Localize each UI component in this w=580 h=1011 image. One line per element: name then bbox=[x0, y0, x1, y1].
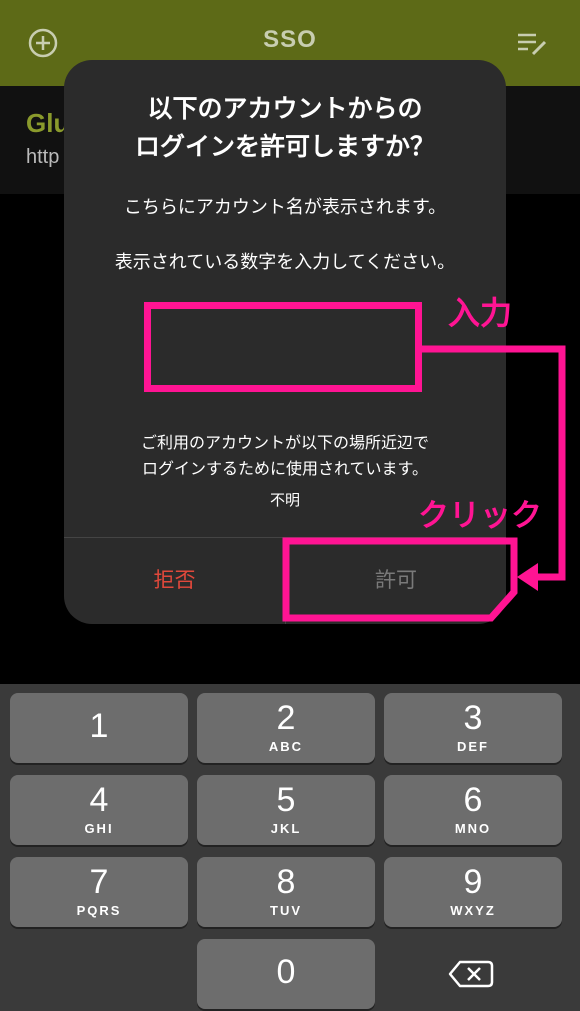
backspace-icon bbox=[448, 960, 494, 988]
backspace-key[interactable] bbox=[384, 946, 562, 1002]
input-annotation-label: 入力 bbox=[448, 294, 513, 332]
key-9-letters: WXYZ bbox=[450, 903, 496, 918]
key-3-letters: DEF bbox=[457, 739, 489, 754]
dialog-title: 以下のアカウントからの ログインを許可しますか？ bbox=[64, 90, 506, 166]
key-3-digit: 3 bbox=[463, 699, 483, 737]
key-7-letters: PQRS bbox=[76, 903, 122, 918]
key-3[interactable]: 3 DEF bbox=[384, 693, 562, 763]
code-prompt: 表示されている数字を入力してください。 bbox=[114, 252, 456, 273]
key-6-digit: 6 bbox=[463, 781, 483, 819]
key-7-digit: 7 bbox=[89, 863, 109, 901]
key-4[interactable]: 4 GHI bbox=[10, 775, 188, 845]
key-2-letters: ABC bbox=[268, 739, 304, 754]
key-5[interactable]: 5 JKL bbox=[197, 775, 375, 845]
dialog-title-line1: 以下のアカウントからの bbox=[147, 94, 423, 123]
key-4-digit: 4 bbox=[89, 781, 109, 819]
account-name: Glu bbox=[26, 108, 70, 138]
key-8-letters: TUV bbox=[270, 903, 302, 918]
account-name-text: こちらにアカウント名が表示されます。 bbox=[123, 197, 447, 218]
location-note: ご利用のアカウントが以下の場所近辺で ログインするために使用されています。 bbox=[64, 430, 506, 482]
app-title: SSO bbox=[263, 26, 317, 53]
key-2-digit: 2 bbox=[276, 699, 296, 737]
key-0[interactable]: 0 bbox=[197, 939, 375, 1009]
key-6[interactable]: 6 MNO bbox=[384, 775, 562, 845]
allow-button[interactable]: 許可 bbox=[286, 537, 506, 624]
key-7[interactable]: 7 PQRS bbox=[10, 857, 188, 927]
key-4-letters: GHI bbox=[84, 821, 114, 836]
key-6-letters: MNO bbox=[454, 821, 492, 836]
key-1[interactable]: 1 bbox=[10, 693, 188, 763]
key-1-digit: 1 bbox=[89, 707, 109, 745]
key-0-digit: 0 bbox=[276, 953, 296, 991]
list-edit-icon[interactable] bbox=[516, 30, 548, 58]
dialog-title-line2: ログインを許可しますか？ bbox=[134, 132, 435, 161]
location-note-line1: ご利用のアカウントが以下の場所近辺で bbox=[140, 433, 429, 452]
key-8-digit: 8 bbox=[276, 863, 296, 901]
key-5-letters: JKL bbox=[270, 821, 302, 836]
deny-button[interactable]: 拒否 bbox=[64, 537, 285, 624]
key-9-digit: 9 bbox=[463, 863, 483, 901]
location-note-line2: ログインするために使用されています。 bbox=[142, 459, 428, 478]
click-annotation-label: クリック bbox=[418, 498, 542, 534]
numeric-keypad: 1 2 ABC 3 DEF 4 GHI 5 JKL 6 MNO 7 PQRS 8… bbox=[0, 684, 580, 1011]
account-url: http bbox=[26, 146, 60, 168]
key-2[interactable]: 2 ABC bbox=[197, 693, 375, 763]
key-5-digit: 5 bbox=[276, 781, 296, 819]
key-9[interactable]: 9 WXYZ bbox=[384, 857, 562, 927]
key-8[interactable]: 8 TUV bbox=[197, 857, 375, 927]
input-highlight-box bbox=[144, 302, 422, 392]
